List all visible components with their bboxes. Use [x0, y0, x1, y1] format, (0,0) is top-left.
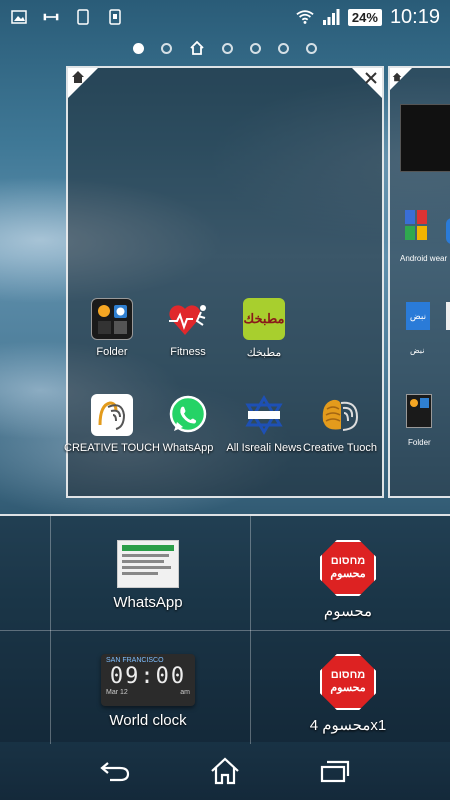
widget-tray[interactable]: WhatsApp מחסום محسوم محسوم SAN FRANCISCO… — [0, 514, 450, 744]
sign-text: محسوم — [330, 682, 366, 694]
widget-label: World clock — [109, 712, 187, 729]
star-of-david-icon — [243, 394, 285, 436]
preview-header — [122, 545, 174, 551]
clock-date-row: Mar 12 am — [106, 689, 190, 696]
creative-touch-icon — [91, 394, 133, 436]
status-bar: 24% 10:19 — [0, 0, 450, 34]
home-icon — [211, 757, 239, 785]
app-all-isreali-news[interactable]: All Isreali News — [224, 394, 304, 454]
app-label: CREATIVE TOUCH — [64, 442, 160, 454]
sign-text: מחסום — [330, 669, 366, 681]
recent-apps-button[interactable] — [315, 753, 355, 789]
back-icon — [100, 762, 130, 782]
app-creative-touch[interactable]: CREATIVE TOUCH — [64, 394, 160, 454]
close-icon[interactable] — [365, 71, 379, 85]
recent-apps-icon — [320, 760, 350, 783]
app-creative-tuoch[interactable]: Creative Tuoch — [300, 394, 380, 454]
home-icon — [392, 69, 402, 87]
home-button[interactable] — [205, 753, 245, 789]
app-matbakhak[interactable]: مطبخك مطبخك — [224, 298, 304, 359]
status-clock: 10:19 — [389, 5, 440, 28]
preview-line — [122, 566, 172, 569]
home-page-icon[interactable] — [189, 40, 205, 56]
stop-sign-icon: מחסום محسوم — [320, 540, 376, 596]
clock-time: 09:00 — [109, 664, 187, 689]
app-label: All Isreali News — [226, 442, 302, 454]
page-dot[interactable] — [306, 42, 317, 54]
android-wear-folder-icon — [404, 208, 428, 244]
stop-sign-icon: מחסום محسوم — [320, 654, 376, 710]
whatsapp-icon — [167, 394, 209, 436]
widget-label: محسوم — [323, 603, 373, 620]
app-label: Creative Tuoch — [303, 442, 377, 454]
clock-date: Mar 12 — [106, 689, 128, 696]
clock-city: SAN FRANCISCO — [106, 657, 164, 664]
matbakhak-icon: مطبخك — [243, 298, 285, 340]
world-clock-icon: SAN FRANCISCO 09:00 Mar 12 am — [101, 654, 195, 706]
widget-mahsoom[interactable]: מחסום محسوم محسوم — [248, 540, 448, 620]
widget-mahsoom-4x1[interactable]: מחסום محسوم محسوم 4x1 — [248, 654, 448, 734]
app-folder[interactable]: Folder — [72, 298, 152, 358]
whatsapp-widget-preview — [117, 540, 179, 588]
matbakhak-icon-text: مطبخك — [243, 311, 285, 326]
wifi-icon — [296, 8, 314, 26]
preview-line — [122, 560, 164, 563]
creative-tuoch-icon — [319, 394, 361, 436]
widget-preview — [400, 104, 450, 172]
preview-line — [122, 554, 169, 557]
widget-world-clock[interactable]: SAN FRANCISCO 09:00 Mar 12 am World cloc… — [48, 654, 248, 729]
peek-label: Android wear — [400, 254, 448, 263]
page-dot[interactable] — [278, 42, 289, 54]
page-dot[interactable] — [222, 42, 233, 54]
dumbbell-icon — [42, 8, 60, 26]
widget-label: محسوم 4x1 — [309, 717, 387, 734]
nabd-icon-text: نبض — [409, 310, 427, 321]
page-dot[interactable] — [133, 42, 144, 54]
gallery-icon — [10, 8, 28, 26]
phone-sync-icon — [106, 8, 124, 26]
widget-label: WhatsApp — [113, 594, 183, 611]
sign-text: محسوم — [330, 568, 366, 580]
signal-icon — [322, 8, 340, 26]
app-label: Fitness — [170, 346, 206, 358]
fitness-icon — [167, 298, 209, 340]
widget-whatsapp[interactable]: WhatsApp — [48, 540, 248, 611]
app-fitness[interactable]: Fitness — [148, 298, 228, 358]
battery-indicator: 24% — [347, 8, 382, 26]
peek-label: نبض — [410, 346, 425, 355]
home-icon[interactable] — [71, 70, 85, 84]
grid-divider — [0, 630, 450, 631]
page-dot[interactable] — [161, 42, 172, 54]
page-dot[interactable] — [250, 42, 261, 54]
app-label: مطبخك — [246, 347, 282, 359]
homescreen-panel[interactable]: Folder Fitness مطبخك مطبخك CREATIVE TOUC… — [64, 66, 384, 498]
peek-label: Folder — [408, 438, 431, 447]
sign-text: מחסום — [330, 555, 366, 567]
app-label: WhatsApp — [162, 442, 214, 454]
next-panel-preview[interactable]: Android wear نبض نبض Folder — [388, 66, 450, 498]
folder-icon — [406, 394, 432, 428]
app-icon-partial — [446, 302, 450, 330]
clock-ampm: am — [180, 689, 190, 696]
app-whatsapp[interactable]: WhatsApp — [148, 394, 228, 454]
back-button[interactable] — [95, 753, 135, 789]
app-label: Folder — [96, 346, 128, 358]
folder-icon — [91, 298, 133, 340]
app-icon-partial — [446, 218, 450, 244]
phone-outline-icon — [74, 8, 92, 26]
nabd-app-icon: نبض — [406, 302, 430, 330]
navigation-bar — [0, 742, 450, 800]
page-indicator[interactable] — [0, 40, 450, 56]
preview-line — [122, 572, 159, 575]
